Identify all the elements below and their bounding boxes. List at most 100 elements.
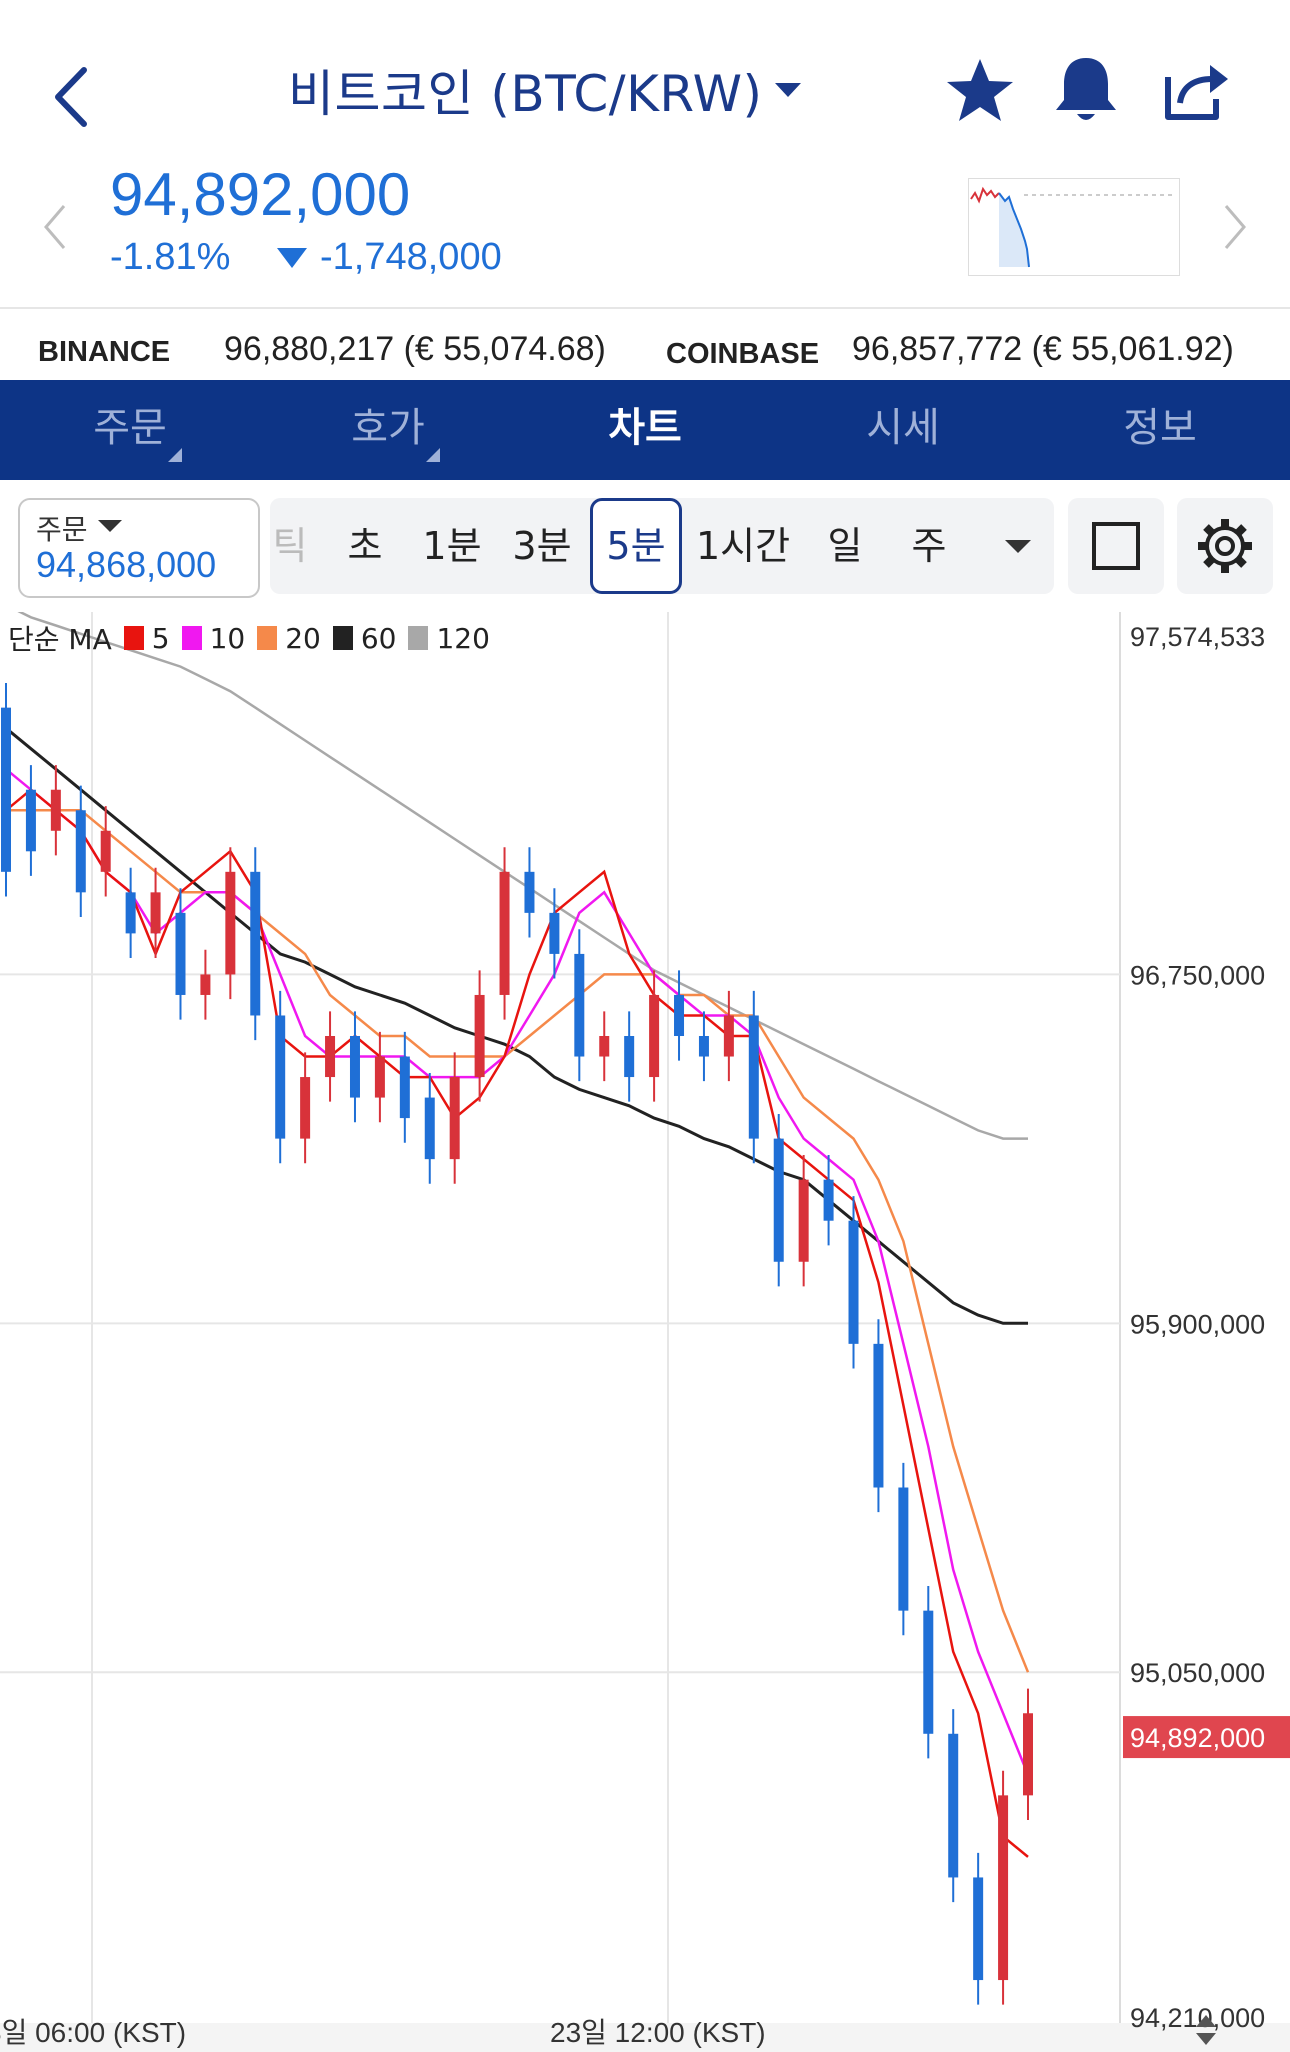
tab-label: 주문 bbox=[93, 405, 167, 451]
gear-icon bbox=[1198, 519, 1252, 573]
interval-selector: 틱 초 1분 3분 5분 1시간 일 주 bbox=[270, 498, 1054, 594]
interval-label: 틱 bbox=[272, 524, 308, 568]
mini-chart-graph bbox=[970, 186, 1174, 268]
scale-toggle-icon[interactable] bbox=[1194, 2013, 1218, 2047]
candle-body bbox=[923, 1610, 934, 1734]
tab-label: 차트 bbox=[608, 405, 682, 451]
interval-label: 1분 bbox=[422, 524, 482, 568]
back-button[interactable] bbox=[48, 62, 98, 132]
interval-day[interactable]: 일 bbox=[810, 498, 880, 594]
tab-corner-mark bbox=[426, 448, 440, 462]
exchange-name: COINBASE bbox=[666, 338, 820, 370]
legend-swatch bbox=[257, 626, 278, 650]
candle-body bbox=[723, 1015, 734, 1057]
star-icon bbox=[947, 59, 1013, 121]
candle-body bbox=[424, 1097, 435, 1160]
y-tick-label: 95,900,000 bbox=[1130, 1309, 1265, 1339]
current-price-label: 94,892,000 bbox=[1130, 1723, 1265, 1753]
legend-label: 20 bbox=[285, 621, 321, 655]
previous-coin-button[interactable] bbox=[40, 200, 70, 255]
candle-body bbox=[649, 994, 660, 1078]
candle-body bbox=[823, 1179, 834, 1221]
interval-week[interactable]: 주 bbox=[894, 498, 964, 594]
favorite-button[interactable] bbox=[945, 55, 1015, 125]
tab-quotes[interactable]: 시세 bbox=[833, 380, 973, 480]
tab-chart[interactable]: 차트 bbox=[575, 380, 715, 480]
candle-body bbox=[474, 994, 485, 1078]
candle-body bbox=[275, 1015, 286, 1139]
chart-settings-button[interactable] bbox=[1177, 498, 1273, 594]
candle-body bbox=[748, 1015, 759, 1139]
change-percent: -1.81% bbox=[110, 236, 231, 278]
chevron-left-icon bbox=[55, 67, 87, 127]
tab-orderbook[interactable]: 호가 bbox=[318, 380, 458, 480]
interval-second[interactable]: 초 bbox=[330, 498, 400, 594]
bell-icon bbox=[1056, 58, 1116, 120]
coin-title-dropdown[interactable]: 비트코인 (BTC/KRW) bbox=[288, 55, 801, 125]
share-button[interactable] bbox=[1160, 55, 1232, 125]
candle-body bbox=[998, 1795, 1009, 1981]
legend-swatch bbox=[123, 626, 144, 650]
candle-body bbox=[200, 974, 211, 995]
candle-body bbox=[100, 830, 111, 872]
alert-button[interactable] bbox=[1050, 52, 1122, 128]
ma-legend: 단순 MA 5 10 20 60 120 bbox=[8, 618, 490, 658]
interval-label: 3분 bbox=[512, 524, 572, 568]
interval-1hour[interactable]: 1시간 bbox=[688, 498, 798, 594]
candle-body bbox=[674, 994, 685, 1037]
candle-body bbox=[624, 1036, 635, 1078]
candle-body bbox=[325, 1036, 336, 1078]
price-chart[interactable]: 97,574,533 96,750,000 95,900,000 95,050,000… bbox=[0, 612, 1290, 2052]
candle-body bbox=[374, 1056, 385, 1098]
interval-5min[interactable]: 5분 bbox=[590, 498, 682, 594]
order-label: 주문 bbox=[36, 513, 88, 546]
legend-label: 60 bbox=[360, 621, 397, 655]
candle-body bbox=[250, 871, 261, 1016]
tab-order[interactable]: 주문 bbox=[60, 380, 200, 480]
candle-body bbox=[175, 912, 186, 995]
candle-body bbox=[698, 1036, 709, 1057]
current-price: 94,892,000 bbox=[110, 161, 411, 228]
candle-body bbox=[599, 1036, 610, 1057]
candle-body bbox=[25, 789, 36, 852]
candle-body bbox=[848, 1220, 859, 1344]
mini-price-chart[interactable] bbox=[968, 178, 1180, 276]
chart-grid bbox=[0, 612, 1290, 2052]
caret-down-icon bbox=[774, 83, 801, 97]
candle-body bbox=[125, 892, 136, 934]
interval-3min[interactable]: 3분 bbox=[502, 498, 582, 594]
candle-body bbox=[973, 1877, 984, 1981]
order-price: 94,868,000 bbox=[36, 544, 217, 585]
candle-body bbox=[1, 707, 11, 872]
y-tick-label: 95,050,000 bbox=[1130, 1658, 1265, 1688]
tab-info[interactable]: 정보 bbox=[1090, 380, 1230, 480]
divider bbox=[0, 307, 1290, 309]
interval-label: 초 bbox=[347, 524, 383, 568]
next-coin-button[interactable] bbox=[1220, 200, 1250, 255]
interval-label: 일 bbox=[827, 524, 863, 568]
change-amount: -1,748,000 bbox=[320, 236, 502, 278]
interval-label: 주 bbox=[911, 524, 947, 568]
share-icon bbox=[1165, 65, 1228, 120]
candle-body bbox=[349, 1036, 360, 1098]
interval-label: 5분 bbox=[606, 524, 666, 568]
candle-body bbox=[574, 953, 585, 1057]
y-tick-label: 97,574,533 bbox=[1130, 622, 1265, 652]
interval-1min[interactable]: 1분 bbox=[412, 498, 492, 594]
chevron-down-icon[interactable] bbox=[1005, 540, 1031, 553]
candle-body bbox=[499, 871, 510, 995]
interval-tick[interactable]: 틱 bbox=[270, 498, 310, 594]
candle-body bbox=[798, 1179, 809, 1262]
chart-layout-button[interactable] bbox=[1068, 498, 1164, 594]
legend-prefix: 단순 MA bbox=[8, 623, 112, 656]
candle-body bbox=[150, 892, 161, 934]
chevron-left-icon bbox=[44, 205, 66, 249]
x-tick-label: 23일 12:00 (KST) bbox=[550, 2017, 766, 2048]
order-price-box[interactable]: 주문 94,868,000 bbox=[18, 498, 260, 598]
tab-label: 시세 bbox=[866, 405, 940, 451]
moving-average-lines bbox=[5, 612, 1030, 1858]
candle-body bbox=[50, 789, 61, 831]
candle-body bbox=[225, 871, 236, 975]
candle-body bbox=[449, 1077, 460, 1160]
x-tick-label: 3일 06:00 (KST) bbox=[0, 2017, 186, 2048]
